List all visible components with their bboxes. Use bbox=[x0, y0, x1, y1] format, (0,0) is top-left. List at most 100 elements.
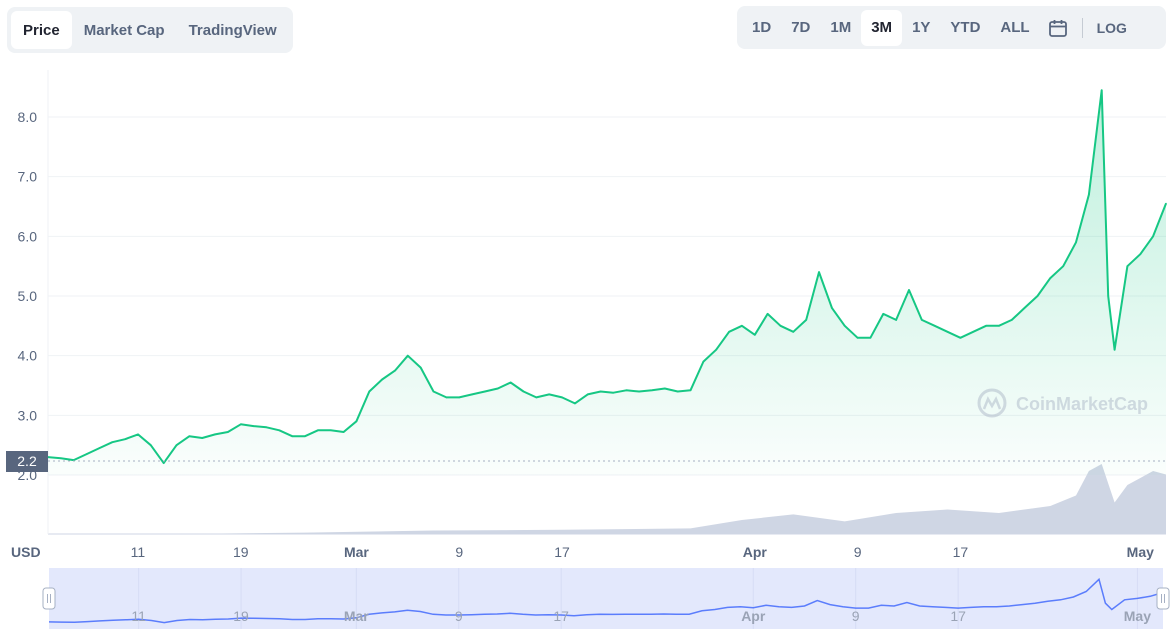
x-tick-label: Mar bbox=[344, 544, 369, 560]
price-point bbox=[805, 319, 807, 321]
price-point bbox=[754, 334, 756, 336]
price-point bbox=[329, 429, 332, 432]
price-point bbox=[779, 325, 782, 327]
navigator-tick-label: 17 bbox=[553, 608, 569, 624]
price-point bbox=[831, 307, 833, 309]
price-point bbox=[291, 435, 294, 438]
price-point bbox=[265, 426, 268, 429]
price-point bbox=[741, 325, 743, 327]
navigator-tick-label: Apr bbox=[741, 608, 766, 624]
price-point bbox=[471, 393, 473, 396]
price-point bbox=[1139, 253, 1142, 255]
price-point bbox=[715, 348, 717, 351]
x-tick-label: 11 bbox=[131, 544, 146, 560]
y-tick-label: 5.0 bbox=[18, 288, 38, 304]
price-point bbox=[317, 429, 319, 432]
price-point bbox=[1049, 277, 1052, 279]
price-point bbox=[586, 393, 589, 396]
price-area bbox=[48, 90, 1166, 475]
navigator-tick-label: 11 bbox=[131, 608, 146, 624]
price-point bbox=[843, 325, 846, 327]
price-point bbox=[766, 313, 769, 315]
price-point bbox=[124, 438, 126, 441]
x-tick-label: 9 bbox=[854, 544, 862, 560]
price-point bbox=[1011, 319, 1013, 321]
price-point bbox=[908, 289, 910, 291]
navigator-left-handle[interactable] bbox=[42, 587, 56, 610]
price-point bbox=[664, 387, 666, 390]
price-point bbox=[676, 390, 679, 393]
price-point bbox=[792, 331, 795, 333]
price-point bbox=[407, 354, 409, 357]
price-point bbox=[419, 366, 422, 369]
y-tick-label: 3.0 bbox=[18, 407, 38, 423]
navigator-tick-label: May bbox=[1124, 608, 1151, 624]
range-navigator[interactable]: 11 19 Mar 9 17 Apr 9 17 May bbox=[42, 568, 1170, 629]
price-point bbox=[535, 396, 538, 399]
price-point bbox=[548, 393, 550, 396]
price-point bbox=[1023, 307, 1026, 309]
y-axis: 2.03.04.05.06.07.08.0 bbox=[18, 109, 38, 483]
price-point bbox=[869, 337, 872, 339]
price-point bbox=[998, 325, 1000, 327]
price-point bbox=[445, 396, 448, 399]
price-point bbox=[522, 390, 525, 393]
price-point bbox=[150, 444, 152, 447]
price-point bbox=[612, 391, 615, 394]
price-point bbox=[959, 337, 962, 339]
price-chart[interactable]: 2.03.04.05.06.07.08.0 CoinMarketCap 2.2 … bbox=[0, 0, 1171, 636]
price-point bbox=[304, 435, 306, 438]
price-point bbox=[1088, 193, 1090, 196]
price-point bbox=[574, 402, 576, 405]
price-point bbox=[368, 390, 371, 393]
navigator-tick-label: 17 bbox=[950, 608, 966, 624]
x-tick-label: 9 bbox=[455, 544, 463, 560]
price-point bbox=[355, 420, 358, 423]
x-tick-label: Apr bbox=[743, 544, 768, 560]
navigator-right-handle[interactable] bbox=[1156, 587, 1170, 610]
price-area-fill bbox=[48, 90, 1166, 475]
price-point bbox=[497, 387, 499, 390]
price-point bbox=[85, 453, 88, 455]
price-point bbox=[921, 319, 923, 321]
price-point bbox=[625, 389, 628, 392]
x-tick-label: 19 bbox=[233, 544, 249, 560]
price-point bbox=[214, 433, 216, 436]
y-tick-label: 4.0 bbox=[18, 348, 38, 364]
price-point bbox=[1075, 241, 1077, 244]
price-point bbox=[728, 331, 730, 333]
price-point bbox=[1107, 295, 1109, 297]
price-point bbox=[175, 444, 178, 447]
price-point bbox=[60, 457, 62, 460]
x-tick-label: 17 bbox=[953, 544, 969, 560]
x-axis: 11 19 Mar 9 17 Apr 9 17 May bbox=[131, 544, 1154, 560]
x-tick-label: 17 bbox=[554, 544, 570, 560]
price-point bbox=[1113, 348, 1116, 351]
price-point bbox=[933, 325, 936, 327]
price-point bbox=[1062, 265, 1064, 268]
price-point bbox=[509, 381, 512, 384]
price-point bbox=[895, 319, 897, 321]
navigator-tick-label: 19 bbox=[233, 608, 249, 624]
navigator-tick-label: Mar bbox=[344, 608, 369, 624]
price-point bbox=[111, 441, 114, 444]
price-point bbox=[484, 390, 486, 393]
price-point bbox=[638, 390, 640, 393]
price-point bbox=[599, 390, 602, 393]
price-point bbox=[702, 360, 705, 363]
price-point bbox=[394, 369, 396, 372]
current-price-label: 2.2 bbox=[17, 453, 37, 469]
price-point bbox=[818, 271, 820, 273]
price-point bbox=[1036, 295, 1039, 297]
price-point bbox=[651, 389, 653, 392]
navigator-tick-label: 9 bbox=[852, 608, 860, 624]
price-point bbox=[240, 423, 242, 426]
price-point bbox=[381, 378, 383, 381]
price-point bbox=[856, 337, 859, 339]
price-point bbox=[1165, 202, 1167, 205]
price-point bbox=[985, 325, 987, 327]
price-point bbox=[1100, 89, 1103, 91]
price-point bbox=[689, 389, 692, 392]
price-point bbox=[432, 390, 435, 393]
price-point bbox=[1152, 235, 1154, 238]
